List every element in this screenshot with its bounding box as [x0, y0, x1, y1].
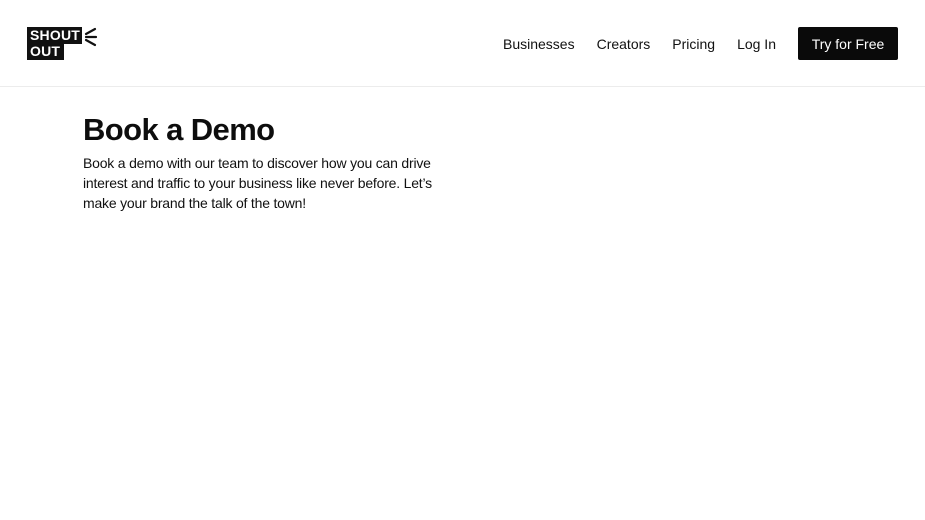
hero-section: Book a Demo Book a demo with our team to… [83, 110, 443, 213]
page-title: Book a Demo [83, 112, 275, 147]
nav-creators[interactable]: Creators [597, 36, 651, 52]
megaphone-rays-icon [84, 27, 98, 47]
page: SHOUT OUT Businesses Creators Pricing Lo… [0, 0, 925, 520]
nav-pricing[interactable]: Pricing [672, 36, 715, 52]
nav-businesses[interactable]: Businesses [503, 36, 575, 52]
site-header: SHOUT OUT Businesses Creators Pricing Lo… [0, 0, 925, 87]
main-nav: Businesses Creators Pricing Log In Try f… [503, 27, 898, 60]
logo-text-line2: OUT [27, 43, 64, 60]
try-for-free-button[interactable]: Try for Free [798, 27, 898, 60]
logo-text-line1: SHOUT [27, 27, 82, 44]
nav-login[interactable]: Log In [737, 36, 776, 52]
shoutout-logo[interactable]: SHOUT OUT [27, 27, 99, 60]
hero-description: Book a demo with our team to discover ho… [83, 155, 432, 211]
